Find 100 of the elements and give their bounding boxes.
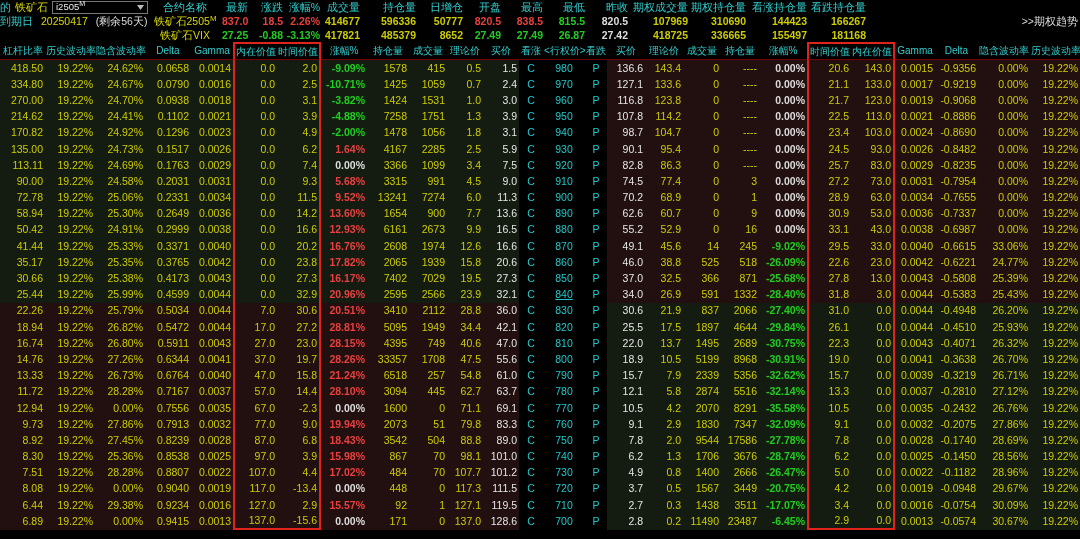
table-cell: 0.0031 <box>895 173 935 190</box>
table-cell: -27.78% <box>759 432 807 449</box>
quote-value: 50777 <box>432 14 464 28</box>
table-cell: 25.93% <box>978 319 1030 336</box>
table-cell: 0.0028 <box>895 432 935 449</box>
table-cell: 14 <box>683 238 721 255</box>
table-cell: 128.6 <box>483 513 519 531</box>
table-cell: 0.0042 <box>895 254 935 271</box>
table-cell: 0.0015 <box>895 60 935 77</box>
table-cell: 0.9234 <box>145 497 191 514</box>
table-cell: 504 <box>409 432 447 449</box>
table-cell: 2.4 <box>483 76 519 93</box>
column-header: 涨幅% <box>321 42 367 60</box>
column-header: 看跌 <box>585 42 607 60</box>
table-cell: 19.22% <box>45 513 95 531</box>
table-cell: 1 <box>409 497 447 514</box>
quote-value: 414677 <box>323 14 361 28</box>
table-cell: 19.22% <box>45 416 95 433</box>
table-cell: 0.6344 <box>145 351 191 368</box>
table-cell: 19.22% <box>1030 270 1080 287</box>
table-cell: 19.22% <box>1030 254 1080 271</box>
table-cell: 83.0 <box>851 157 895 174</box>
column-header: 最低 <box>562 0 586 14</box>
table-cell: 8968 <box>721 351 759 368</box>
table-cell: 73.0 <box>851 173 895 190</box>
quote-value: -3.13% <box>285 28 321 42</box>
table-cell: 24.70% <box>95 92 145 109</box>
table-cell: 19.22% <box>1030 157 1080 174</box>
trend-link[interactable]: >>期权趋势 <box>868 14 1080 28</box>
column-header: 内在价值 <box>233 42 277 60</box>
table-cell: 46.0 <box>607 254 645 271</box>
table-cell: 3.0 <box>483 92 519 109</box>
column-header: 涨幅% <box>287 0 321 14</box>
table-cell: -0.4071 <box>935 335 978 352</box>
table-cell: 7402 <box>367 270 409 287</box>
table-cell: 1939 <box>409 254 447 271</box>
table-cell: 3315 <box>367 173 409 190</box>
table-cell: 123.0 <box>851 92 895 109</box>
table-cell: 133.0 <box>851 76 895 93</box>
quote-value: 107969 <box>651 14 689 28</box>
table-cell: 0 <box>683 157 721 174</box>
table-cell: 0.0 <box>851 497 895 514</box>
column-header: 合约名称 <box>162 0 208 14</box>
table-cell: 0.00% <box>321 513 367 531</box>
table-cell: 1897 <box>683 319 721 336</box>
table-cell: -9.02% <box>759 238 807 255</box>
table-cell: 123.8 <box>645 92 683 109</box>
table-cell: 0.0016 <box>191 76 233 93</box>
table-cell: 13.0 <box>851 270 895 287</box>
table-cell: -15.6 <box>277 513 321 531</box>
table-cell: 0.5 <box>447 60 483 77</box>
table-cell: 86.3 <box>645 157 683 174</box>
table-cell: 4395 <box>367 335 409 352</box>
table-cell: 9544 <box>683 432 721 449</box>
table-cell: 3 <box>721 173 759 190</box>
table-cell: 0.0013 <box>191 513 233 531</box>
table-cell: 15.57% <box>321 497 367 514</box>
table-cell: 133.6 <box>645 76 683 93</box>
table-cell: 17.82% <box>321 254 367 271</box>
table-cell: -0.4510 <box>935 319 978 336</box>
table-cell: 7.4 <box>277 157 321 174</box>
table-cell: 19.22% <box>45 335 95 352</box>
table-cell: 19.22% <box>45 76 95 93</box>
contract-select[interactable]: i2505$^{M}$ <box>52 0 148 14</box>
table-cell: 2065 <box>367 254 409 271</box>
table-cell: 1708 <box>409 351 447 368</box>
expiry-date: 20250417 <box>41 14 88 28</box>
table-cell: 19.22% <box>1030 76 1080 93</box>
table-cell: 16.74 <box>0 335 45 352</box>
table-cell: 22.0 <box>607 335 645 352</box>
table-cell: 26.80% <box>95 335 145 352</box>
table-cell: ---- <box>721 60 759 77</box>
table-cell: 14.76 <box>0 351 45 368</box>
table-cell: 0.0 <box>851 416 895 433</box>
table-cell: 27.3 <box>483 270 519 287</box>
table-cell: 4644 <box>721 319 759 336</box>
table-cell: 27.86% <box>978 416 1030 433</box>
table-cell: 0.4173 <box>145 270 191 287</box>
table-cell: 23487 <box>721 513 759 531</box>
table-cell: ---- <box>721 76 759 93</box>
table-cell: 1425 <box>367 76 409 93</box>
table-cell: 1059 <box>409 76 447 93</box>
table-cell: 19.22% <box>1030 173 1080 190</box>
table-cell: 30.09% <box>978 497 1030 514</box>
table-cell: 0.0 <box>851 335 895 352</box>
quote-value: 837.0 <box>222 14 250 28</box>
cut-label: 的 <box>0 0 11 14</box>
table-cell: 28.81% <box>321 319 367 336</box>
table-cell: -30.91% <box>759 351 807 368</box>
table-cell: 0.0029 <box>191 157 233 174</box>
table-cell: 19.22% <box>45 60 95 77</box>
table-cell: 10.5 <box>645 351 683 368</box>
column-header: 内在价值 <box>851 42 895 60</box>
table-cell: 27.45% <box>95 432 145 449</box>
table-cell: 0.0 <box>233 60 277 77</box>
table-cell: 16.17% <box>321 270 367 287</box>
table-cell: 42.1 <box>483 319 519 336</box>
table-cell: 9.0 <box>483 173 519 190</box>
contract-name: 铁矿石2505$^{M}$ <box>152 14 218 28</box>
table-cell: 0.00% <box>95 513 145 531</box>
